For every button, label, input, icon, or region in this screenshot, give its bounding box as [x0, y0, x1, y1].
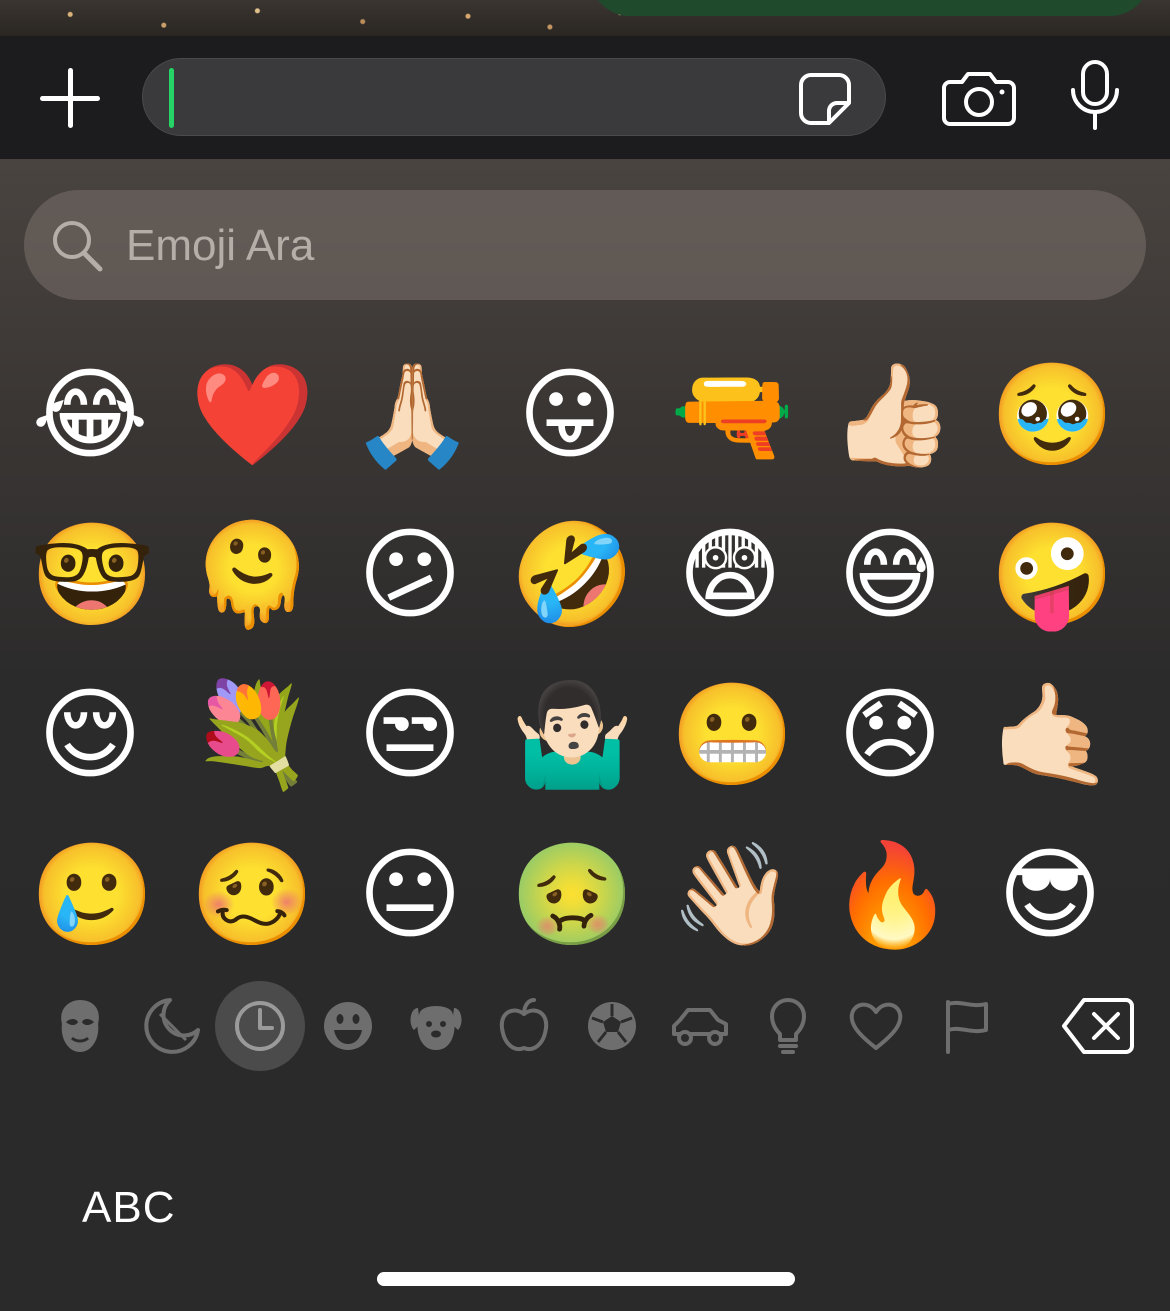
- dog-icon[interactable]: [404, 994, 468, 1058]
- apple-icon[interactable]: [492, 994, 556, 1058]
- emoji-key[interactable]: 😨: [670, 515, 790, 635]
- emoji-key[interactable]: ❤️: [190, 355, 315, 475]
- emoji-key[interactable]: 😎: [990, 835, 1110, 955]
- emoji-key[interactable]: 👍🏻: [830, 355, 955, 475]
- emoji-key[interactable]: 😞: [830, 675, 950, 795]
- home-indicator[interactable]: [377, 1272, 795, 1286]
- emoji-key[interactable]: 🤢: [510, 835, 635, 955]
- emoji-key[interactable]: 🥹: [990, 355, 1115, 475]
- emoji-key[interactable]: 👋🏻: [670, 835, 795, 955]
- emoji-key[interactable]: 🤙🏻: [990, 675, 1115, 795]
- heart-icon[interactable]: [844, 994, 908, 1058]
- emoji-key[interactable]: 🔥: [830, 835, 955, 955]
- search-icon: [53, 221, 103, 272]
- emoji-key[interactable]: 😂: [30, 355, 150, 475]
- message-bubble-edge: [590, 0, 1150, 16]
- emoji-key[interactable]: 😌: [30, 675, 150, 795]
- search-placeholder: Emoji Ara: [126, 221, 315, 270]
- emoji-key[interactable]: 🔫: [670, 355, 795, 475]
- car-icon[interactable]: [668, 994, 732, 1058]
- emoji-key[interactable]: 🤓: [30, 515, 155, 635]
- emoji-key[interactable]: 😅: [830, 515, 950, 635]
- backspace-icon[interactable]: [1062, 996, 1134, 1056]
- emoji-key[interactable]: 🙏🏻: [350, 355, 475, 475]
- clock-icon[interactable]: [228, 994, 292, 1058]
- soccer-ball-icon[interactable]: [580, 994, 644, 1058]
- abc-keyboard-switch[interactable]: ABC: [82, 1183, 175, 1233]
- emoji-key[interactable]: 😬: [670, 675, 795, 795]
- camera-icon[interactable]: [942, 70, 1016, 126]
- microphone-icon[interactable]: [1068, 60, 1122, 132]
- smiley-icon[interactable]: [316, 994, 380, 1058]
- message-input[interactable]: [142, 58, 886, 136]
- emoji-key[interactable]: 🤪: [990, 515, 1115, 635]
- add-attachment-button[interactable]: [38, 66, 102, 130]
- emoji-key[interactable]: 💐: [190, 675, 315, 795]
- text-caret: [169, 68, 174, 128]
- lightbulb-icon[interactable]: [756, 994, 820, 1058]
- emoji-key[interactable]: 🫠: [190, 515, 315, 635]
- emoji-key[interactable]: 🤣: [510, 515, 635, 635]
- flag-icon[interactable]: [934, 994, 998, 1058]
- emoji-key[interactable]: 😐: [350, 835, 470, 955]
- sticker-icon[interactable]: [797, 71, 853, 127]
- chat-wallpaper: [0, 0, 1170, 36]
- emoji-key[interactable]: 🥴: [190, 835, 315, 955]
- emoji-key[interactable]: 😕: [350, 515, 470, 635]
- emoji-key[interactable]: 🥲: [30, 835, 155, 955]
- emoji-key[interactable]: 🤷🏻‍♂️: [510, 675, 635, 795]
- emoji-key[interactable]: 😒: [350, 675, 470, 795]
- sticker-moon-icon[interactable]: [140, 994, 204, 1058]
- emoji-key[interactable]: 😛: [510, 355, 630, 475]
- memoji-icon[interactable]: [48, 994, 112, 1058]
